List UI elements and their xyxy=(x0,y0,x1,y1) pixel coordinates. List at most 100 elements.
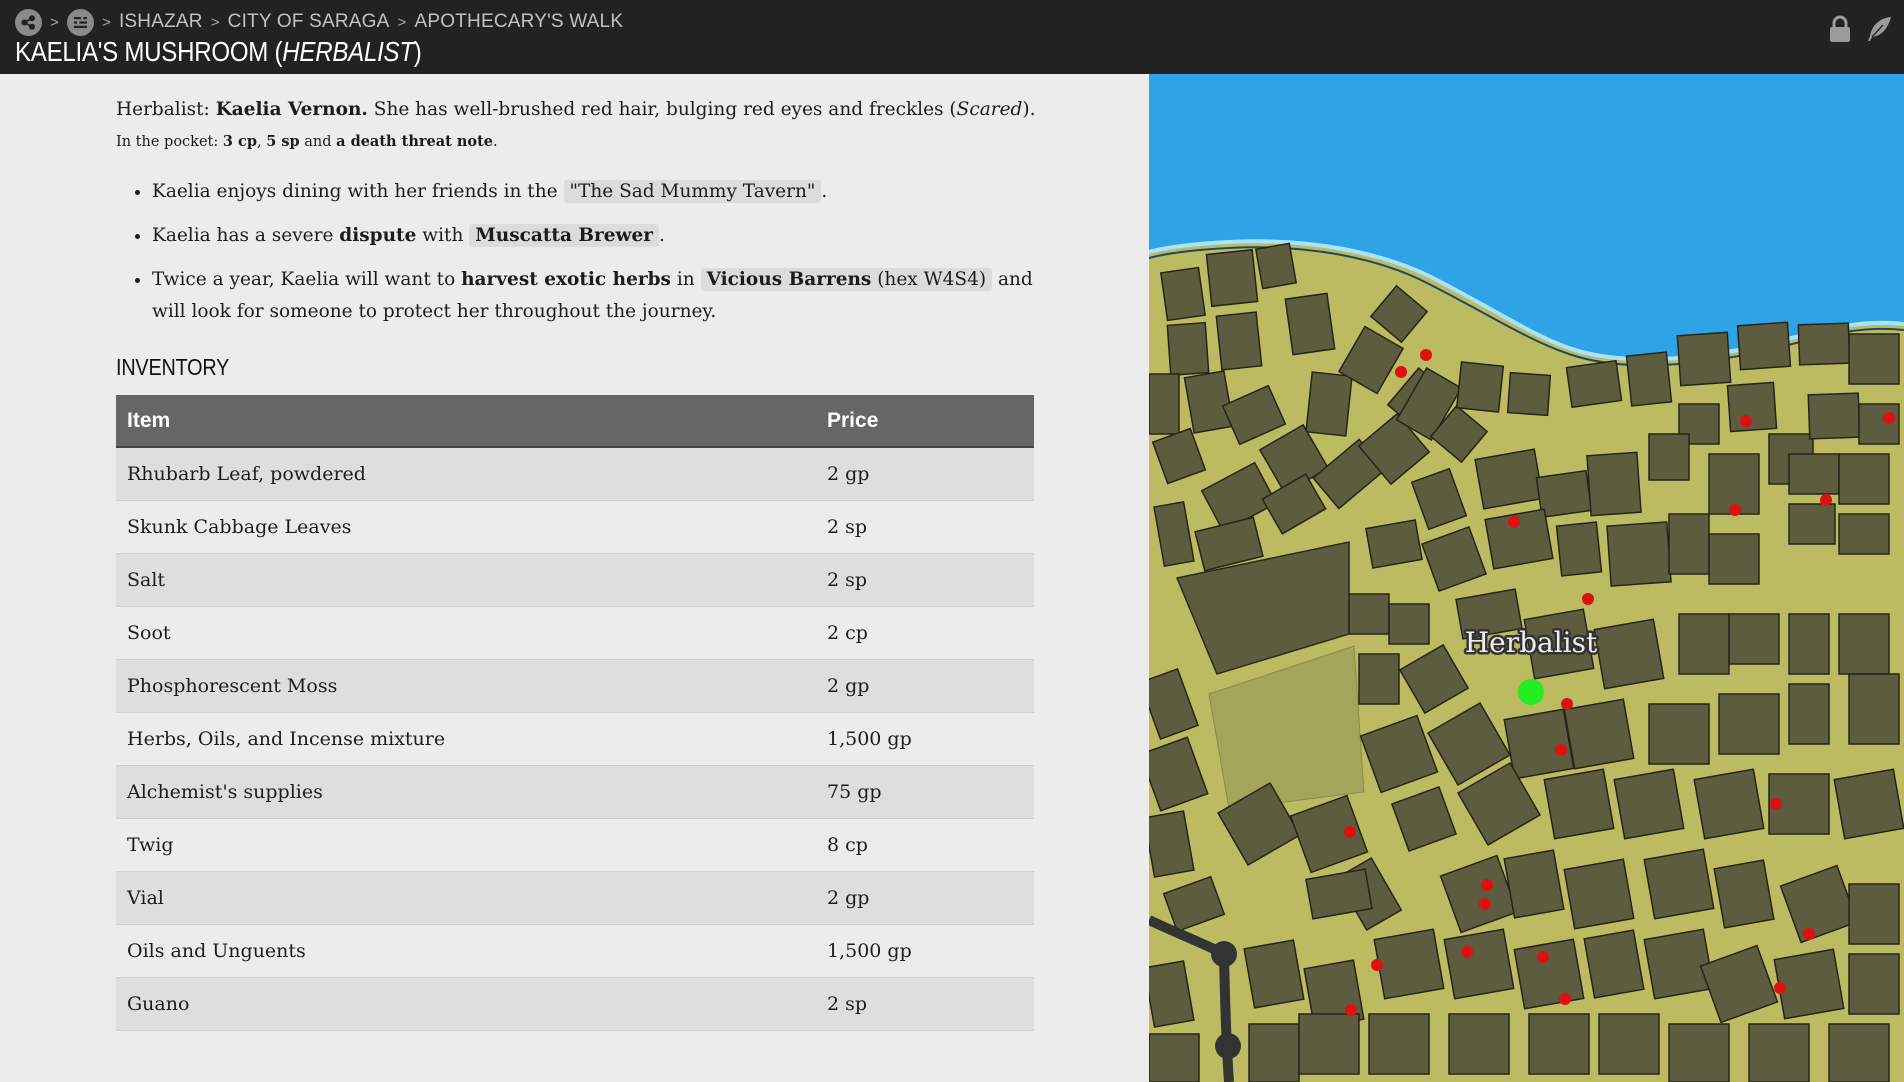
item-name-cell: Rhubarb Leaf, powdered xyxy=(116,447,816,501)
column-header-item[interactable]: Item xyxy=(116,395,816,448)
map-building xyxy=(1474,448,1544,510)
map-building xyxy=(1693,768,1765,840)
map-building xyxy=(1298,1013,1360,1075)
npc-description: Herbalist: Kaelia Vernon. She has well-b… xyxy=(116,94,1036,158)
trait-emphasis: harvest exotic herbs xyxy=(461,269,671,290)
shop-marker[interactable] xyxy=(1820,494,1832,506)
pocket-prefix: In the pocket: xyxy=(116,134,219,150)
map-building xyxy=(1348,593,1390,635)
lock-icon[interactable] xyxy=(1826,14,1854,48)
map-building xyxy=(1848,673,1900,745)
item-name-cell: Phosphorescent Moss xyxy=(116,659,816,713)
current-location-marker[interactable] xyxy=(1518,679,1544,705)
breadcrumb: > > ISHAZAR > CITY OF SARAGA > APOTHECAR… xyxy=(15,8,624,36)
map-building xyxy=(1358,653,1400,705)
item-price-cell: 2 cp xyxy=(816,606,1034,660)
trait-text: Kaelia enjoys dining with her friends in… xyxy=(152,181,558,202)
map-building xyxy=(1788,683,1830,745)
shop-marker[interactable] xyxy=(1770,798,1782,810)
item-price-cell: 2 sp xyxy=(816,500,1034,554)
breadcrumb-item-district[interactable]: APOTHECARY'S WALK xyxy=(415,11,624,33)
shop-marker[interactable] xyxy=(1461,946,1473,958)
trait-text: . xyxy=(659,225,665,246)
map-building xyxy=(1593,618,1665,690)
shop-marker[interactable] xyxy=(1582,593,1594,605)
breadcrumb-item-ishazar[interactable]: ISHAZAR xyxy=(119,11,203,33)
page-title-name: KAELIA'S MUSHROOM ( xyxy=(15,36,283,67)
map-road-node xyxy=(1211,941,1237,967)
shop-marker[interactable] xyxy=(1883,412,1895,424)
map-building xyxy=(1736,321,1792,371)
map-building xyxy=(1149,373,1180,435)
column-header-price[interactable]: Price xyxy=(816,395,1034,448)
shop-marker[interactable] xyxy=(1729,504,1741,516)
shop-marker[interactable] xyxy=(1774,982,1786,994)
map-road-node xyxy=(1215,1033,1241,1059)
item-price-cell: 2 gp xyxy=(816,447,1034,501)
map-building xyxy=(1565,359,1623,409)
table-row: Phosphorescent Moss 2 gp xyxy=(116,659,1034,713)
shop-marker[interactable] xyxy=(1479,898,1491,910)
npc-mood: Scared xyxy=(956,99,1023,120)
npc-link-muscatta[interactable]: Muscatta Brewer xyxy=(469,224,659,247)
map-building xyxy=(1365,519,1423,569)
shop-marker[interactable] xyxy=(1561,698,1573,710)
item-name-cell: Oils and Unguents xyxy=(116,924,816,978)
map-building xyxy=(1159,266,1207,322)
menu-icon[interactable] xyxy=(66,8,94,36)
map-building xyxy=(1513,938,1585,1010)
item-price-cell: 2 gp xyxy=(816,659,1034,713)
shop-marker[interactable] xyxy=(1395,366,1407,378)
shop-marker[interactable] xyxy=(1344,826,1356,838)
shop-marker[interactable] xyxy=(1508,516,1520,528)
item-name-cell: Salt xyxy=(116,553,816,607)
table-row: Soot 2 cp xyxy=(116,606,1034,660)
item-price-cell: 75 gp xyxy=(816,765,1034,819)
top-actions xyxy=(1826,14,1894,48)
map-building xyxy=(1728,613,1780,665)
shop-marker[interactable] xyxy=(1481,879,1493,891)
map-building xyxy=(1838,453,1890,505)
pocket-silver: 5 sp xyxy=(266,133,300,150)
map-building xyxy=(1858,403,1900,445)
feather-icon[interactable] xyxy=(1864,14,1894,48)
npc-link-label: Muscatta Brewer xyxy=(475,225,653,246)
pocket-copper: 3 cp xyxy=(222,133,257,150)
shop-marker[interactable] xyxy=(1740,415,1752,427)
map-building xyxy=(1254,242,1298,290)
pocket-separator: , xyxy=(256,134,262,150)
pocket-and: and xyxy=(304,134,332,150)
breadcrumb-separator: > xyxy=(50,13,59,31)
map-building xyxy=(1838,513,1890,555)
list-item: Kaelia enjoys dining with her friends in… xyxy=(152,176,1036,208)
map-building xyxy=(1503,849,1565,919)
item-price-cell: 2 sp xyxy=(816,977,1034,1031)
item-price-cell: 2 sp xyxy=(816,553,1034,607)
table-row: Salt 2 sp xyxy=(116,553,1034,607)
map-building xyxy=(1643,928,1715,1000)
inventory-heading: INVENTORY xyxy=(116,354,230,380)
map-building xyxy=(1543,768,1615,840)
map-building xyxy=(1598,1013,1660,1075)
shop-marker[interactable] xyxy=(1803,928,1815,940)
shop-marker[interactable] xyxy=(1559,993,1571,1005)
shop-marker[interactable] xyxy=(1345,1004,1357,1016)
shop-marker[interactable] xyxy=(1371,959,1383,971)
main-content: Herbalist: Kaelia Vernon. She has well-b… xyxy=(116,74,1036,1031)
shop-marker[interactable] xyxy=(1555,744,1567,756)
map-building xyxy=(1305,371,1353,437)
trait-text: in xyxy=(676,269,695,290)
item-price-cell: 2 gp xyxy=(816,871,1034,925)
location-link-vicious-barrens[interactable]: Vicious Barrens (hex W4S4) xyxy=(700,268,993,291)
map-building xyxy=(1215,311,1263,371)
hub-icon[interactable] xyxy=(15,8,42,36)
map-building xyxy=(1183,370,1235,434)
npc-appearance: She has well-brushed red hair, bulging r… xyxy=(373,99,957,120)
shop-marker[interactable] xyxy=(1420,349,1432,361)
item-name-cell: Alchemist's supplies xyxy=(116,765,816,819)
city-map[interactable]: Herbalist Herbalist xyxy=(1149,74,1904,1082)
shop-marker[interactable] xyxy=(1537,951,1549,963)
tavern-link[interactable]: "The Sad Mummy Tavern" xyxy=(563,180,822,203)
map-building xyxy=(1388,603,1430,645)
breadcrumb-item-city[interactable]: CITY OF SARAGA xyxy=(228,11,390,33)
